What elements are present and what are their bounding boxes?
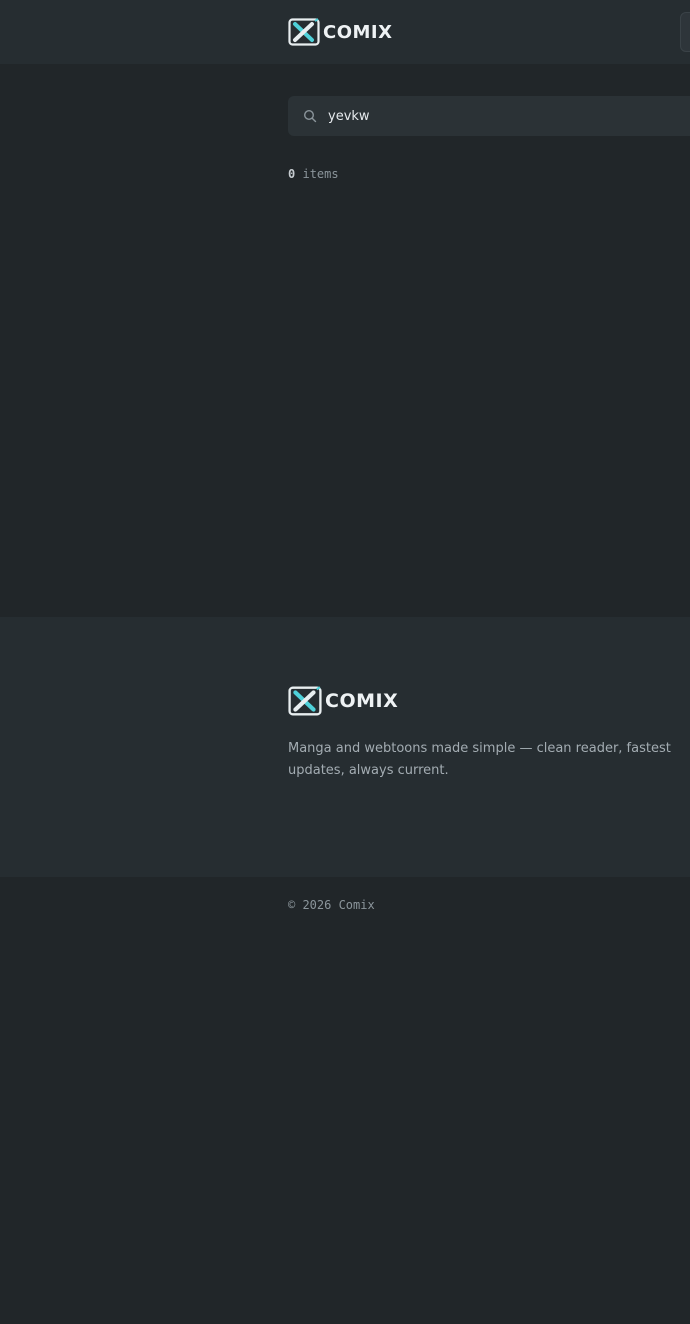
search-icon bbox=[303, 109, 317, 123]
site-header: COMIX bbox=[0, 0, 690, 64]
header-logo[interactable]: COMIX bbox=[288, 18, 393, 46]
header-menu-button[interactable] bbox=[680, 12, 690, 52]
comix-x-logo-icon bbox=[288, 686, 322, 716]
footer-tagline: Manga and webtoons made simple — clean r… bbox=[288, 741, 671, 778]
results-count-label: items bbox=[302, 167, 339, 181]
footer-logo[interactable]: COMIX bbox=[288, 686, 398, 716]
results-count-number: 0 bbox=[288, 167, 296, 181]
site-footer: COMIX Manga and webtoons made simple — c… bbox=[0, 617, 690, 877]
comix-x-logo-icon bbox=[288, 18, 320, 46]
copyright-text: © 2026 Comix bbox=[288, 898, 375, 912]
search-bar[interactable] bbox=[288, 96, 690, 136]
logo-wordmark: COMIX bbox=[323, 21, 393, 43]
logo-wordmark: COMIX bbox=[325, 690, 399, 712]
search-input[interactable] bbox=[328, 96, 688, 136]
results-count: 0 items bbox=[288, 167, 339, 181]
